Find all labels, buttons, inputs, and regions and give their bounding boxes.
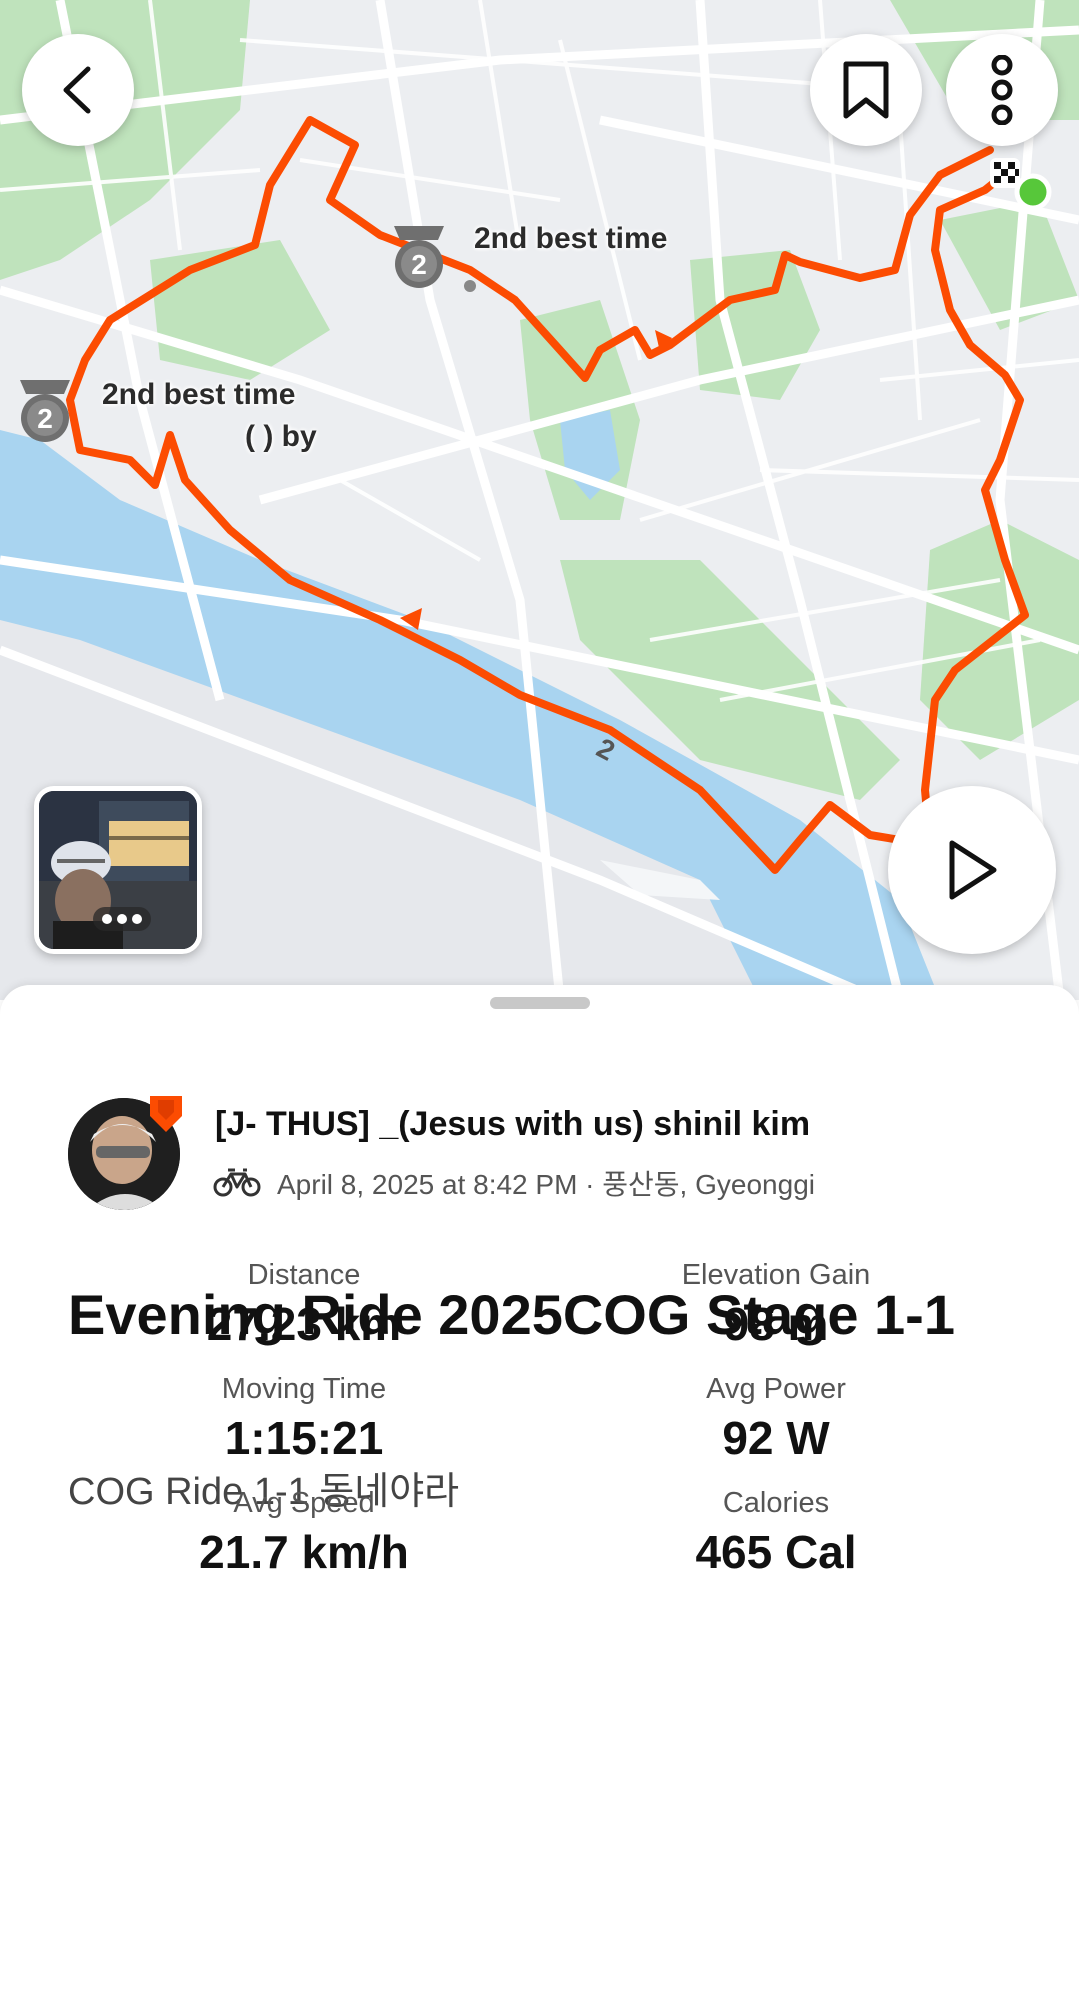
stat-value: 1:15:21 xyxy=(224,1412,384,1464)
start-marker xyxy=(1014,173,1052,211)
medal-icon[interactable]: 2 xyxy=(12,376,78,446)
back-button[interactable] xyxy=(22,34,134,146)
stat-distance: Distance 27.23 km xyxy=(94,1255,514,1353)
play-flyover-button[interactable] xyxy=(888,786,1056,954)
stat-label: Avg Speed xyxy=(233,1487,375,1519)
stat-value: 98 m xyxy=(723,1298,829,1350)
stat-calories: Calories 465 Cal xyxy=(566,1483,986,1581)
stat-label: Elevation Gain xyxy=(681,1259,871,1291)
stat-moving-time: Moving Time 1:15:21 xyxy=(94,1369,514,1467)
stat-value: 21.7 km/h xyxy=(199,1526,409,1578)
medal-icon[interactable]: 2 xyxy=(386,222,452,292)
chevron-left-icon xyxy=(63,66,91,114)
bookmark-icon xyxy=(843,61,889,119)
stat-label: Calories xyxy=(722,1487,830,1519)
segment-achievement-label[interactable]: 2nd best time xyxy=(102,378,295,412)
bike-icon xyxy=(213,1168,261,1197)
stat-value: 92 W xyxy=(722,1412,830,1464)
route-map[interactable]: 2 2 2nd best time 2 2nd best time ( ) by xyxy=(0,0,1079,1000)
activity-meta: April 8, 2025 at 8:42 PM · 풍산동, Gyeonggi xyxy=(277,1169,815,1200)
subscriber-badge-icon xyxy=(150,1096,182,1132)
activity-photo-thumbnail[interactable] xyxy=(34,786,202,954)
badge-rank: 2 xyxy=(411,249,427,280)
activity-details-sheet: [J- THUS] _(Jesus with us) shinil kim Ap… xyxy=(0,985,1079,1993)
segment-achievement-sublabel: ( ) by xyxy=(245,420,317,453)
stat-value: 465 Cal xyxy=(695,1526,857,1578)
photo-carousel-indicator xyxy=(93,907,151,931)
stat-label: Moving Time xyxy=(221,1373,387,1405)
segment-achievement-label[interactable]: 2nd best time xyxy=(474,222,667,256)
finish-flag-icon xyxy=(990,158,1020,188)
play-icon xyxy=(949,840,997,900)
stat-avg-speed: Avg Speed 21.7 km/h xyxy=(94,1483,514,1581)
stat-avg-power: Avg Power 92 W xyxy=(566,1369,986,1467)
segment-dot xyxy=(464,280,476,292)
sheet-drag-handle[interactable] xyxy=(490,997,590,1009)
more-options-button[interactable] xyxy=(946,34,1058,146)
stat-label: Distance xyxy=(247,1259,361,1291)
athlete-name[interactable]: [J- THUS] _(Jesus with us) shinil kim xyxy=(215,1105,810,1144)
bookmark-button[interactable] xyxy=(810,34,922,146)
stat-elevation-gain: Elevation Gain 98 m xyxy=(566,1255,986,1353)
stat-value: 27.23 km xyxy=(206,1298,402,1350)
stat-label: Avg Power xyxy=(706,1373,846,1405)
more-vertical-icon xyxy=(991,55,1013,125)
badge-rank: 2 xyxy=(37,403,53,434)
